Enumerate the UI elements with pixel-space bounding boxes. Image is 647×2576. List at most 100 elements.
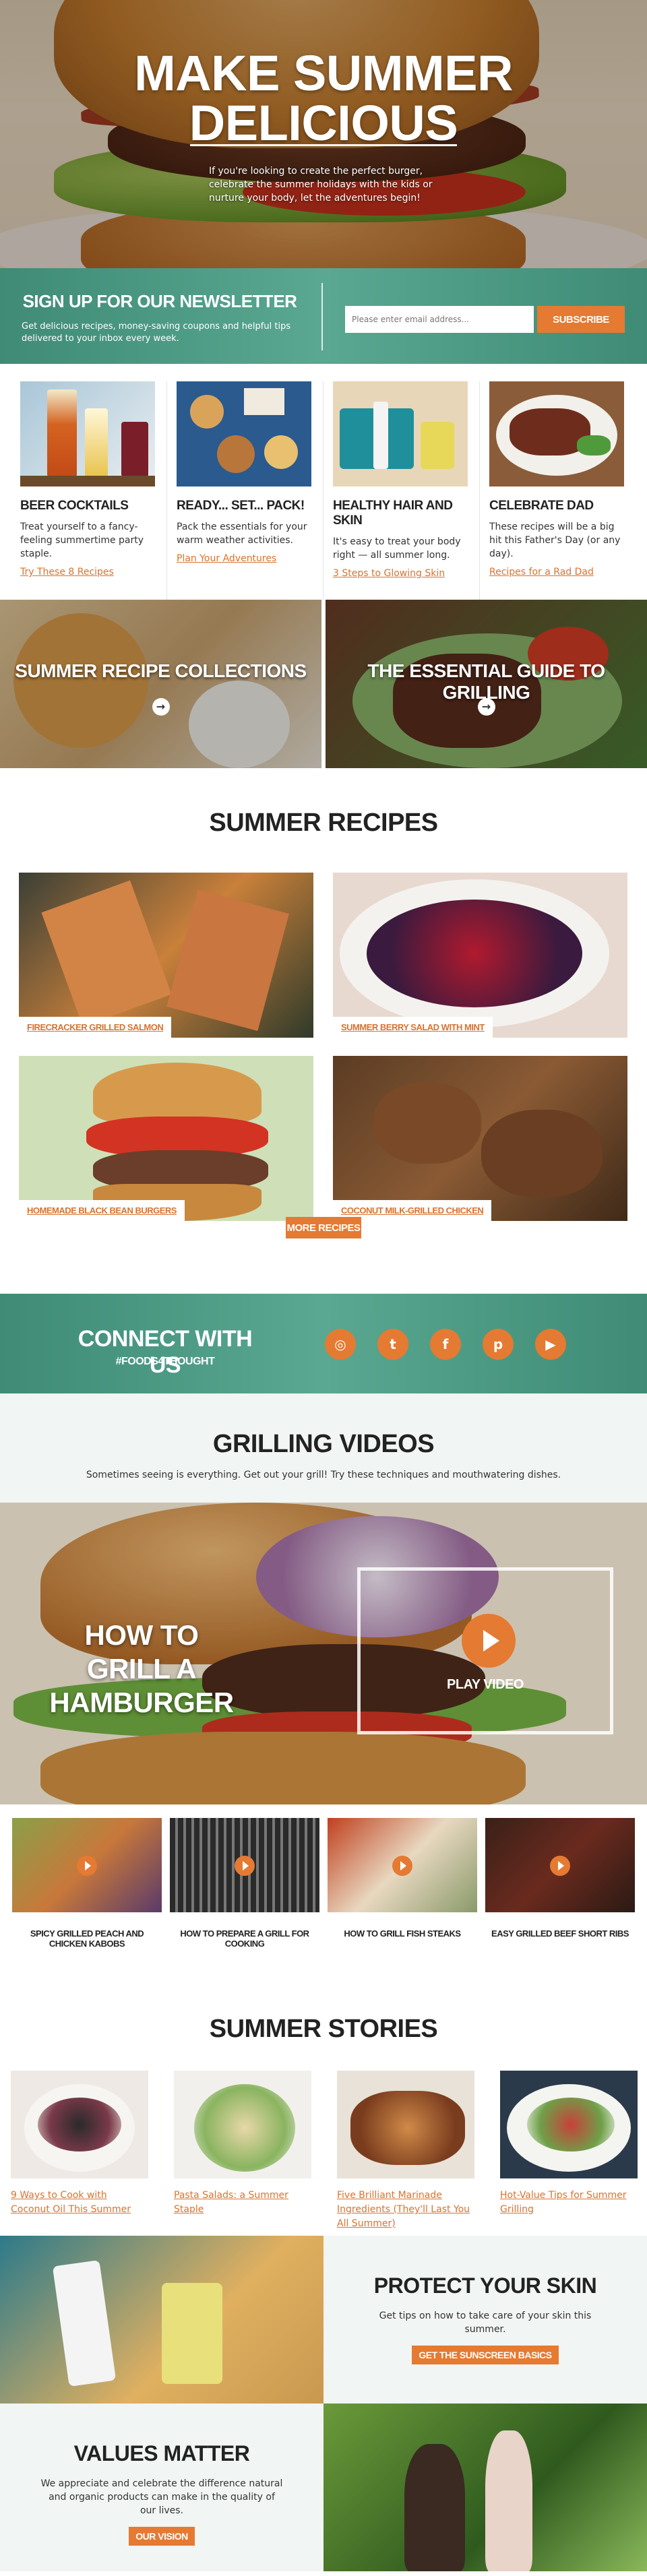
panel-text: We appreciate and celebrate the differen… [40,2478,283,2516]
story-card: Five Brilliant Marinade Ingredients (The… [337,2071,474,2230]
email-field[interactable] [345,306,534,333]
connect-section: CONNECT WITH US #FOODS4THOUGHT ◎ t f p ▶ [0,1294,647,1393]
protect-skin-panel: PROTECT YOUR SKIN Get tips on how to tak… [324,2236,647,2404]
story-card: Pasta Salads: a Summer Staple [174,2071,311,2230]
twitter-icon[interactable]: t [377,1329,408,1360]
hero-banner: MAKE SUMMER DELICIOUS If you're looking … [0,0,647,268]
story-image[interactable] [500,2071,638,2178]
promo-cards: BEER COCKTAILS Treat yourself to a fancy… [0,364,647,600]
summer-stories-section: SUMMER STORIES 9 Ways to Cook with Cocon… [0,1966,647,2236]
more-recipes-button[interactable]: MORE RECIPES [286,1217,361,1238]
recipe-card[interactable]: HOMEMADE BLACK BEAN BURGERS [19,1056,313,1221]
video-card[interactable]: HOW TO PREPARE A GRILL FOR COOKING [170,1818,319,1966]
youtube-icon[interactable]: ▶ [535,1329,566,1360]
grilling-videos-header: GRILLING VIDEOS Sometimes seeing is ever… [0,1393,647,1503]
sunscreen-image [0,2236,324,2404]
promo-card-dad: CELEBRATE DAD These recipes will be a bi… [480,381,636,600]
play-icon[interactable] [235,1856,255,1876]
promo-card-pack: READY... SET... PACK! Pack the essential… [167,381,324,600]
healthy-skin-image[interactable] [333,381,468,486]
play-video-label[interactable]: PLAY VIDEO [361,1677,610,1693]
values-panel: VALUES MATTER We appreciate and celebrat… [0,2404,324,2571]
promo-card-link[interactable]: Recipes for a Rad Dad [489,567,594,577]
story-link[interactable]: 9 Ways to Cook with Coconut Oil This Sum… [11,2190,131,2215]
story-row: 9 Ways to Cook with Coconut Oil This Sum… [0,2044,647,2230]
recipe-card[interactable]: SUMMER BERRY SALAD WITH MINT [333,873,627,1038]
video-title[interactable]: SPICY GRILLED PEACH AND CHICKEN KABOBS [12,1928,162,1949]
story-link[interactable]: Five Brilliant Marinade Ingredients (The… [337,2190,470,2229]
video-title[interactable]: HOW TO GRILL FISH STEAKS [328,1928,477,1939]
video-card[interactable]: HOW TO GRILL FISH STEAKS [328,1818,477,1966]
tile-title: SUMMER RECIPE COLLECTIONS [15,660,307,681]
arrow-right-icon[interactable]: → [477,698,495,716]
hero-divider [190,144,457,146]
video-card[interactable]: EASY GRILLED BEEF SHORT RIBS [485,1818,635,1966]
story-image[interactable] [11,2071,148,2178]
recipe-label[interactable]: SUMMER BERRY SALAD WITH MINT [333,1017,493,1038]
promo-card-link[interactable]: 3 Steps to Glowing Skin [333,568,445,579]
subscribe-button[interactable]: SUBSCRIBE [537,306,625,333]
play-icon[interactable] [462,1614,516,1668]
play-icon[interactable] [550,1856,570,1876]
recipe-grid: FIRECRACKER GRILLED SALMON SUMMER BERRY … [0,873,647,1223]
promo-card-title: BEER COCKTAILS [20,499,129,513]
bottom-panels: PROTECT YOUR SKIN Get tips on how to tak… [0,2236,647,2571]
summer-recipes-section: SUMMER RECIPES FIRECRACKER GRILLED SALMO… [0,768,647,1294]
arrow-right-icon[interactable]: → [152,698,170,716]
video-frame[interactable]: PLAY VIDEO [357,1567,613,1734]
video-title[interactable]: EASY GRILLED BEEF SHORT RIBS [485,1928,635,1939]
section-title: SUMMER RECIPES [209,809,438,837]
newsletter-divider [321,283,323,350]
play-icon[interactable] [392,1856,412,1876]
collection-tiles: SUMMER RECIPE COLLECTIONS → THE ESSENTIA… [0,600,647,768]
beer-cocktails-image[interactable] [20,381,155,486]
celebrate-dad-image[interactable] [489,381,624,486]
recipe-label[interactable]: FIRECRACKER GRILLED SALMON [19,1017,172,1038]
story-link[interactable]: Hot-Value Tips for Summer Grilling [500,2190,626,2215]
story-image[interactable] [337,2071,474,2178]
panel-title: PROTECT YOUR SKIN [373,2273,597,2298]
story-image[interactable] [174,2071,311,2178]
newsletter-section: SIGN UP FOR OUR NEWSLETTER Get delicious… [0,268,647,364]
story-card: 9 Ways to Cook with Coconut Oil This Sum… [11,2071,148,2230]
story-card: Hot-Value Tips for Summer Grilling [500,2071,638,2230]
promo-card-link[interactable]: Plan Your Adventures [177,553,276,564]
video-thumbnails: SPICY GRILLED PEACH AND CHICKEN KABOBS H… [0,1804,647,1966]
summer-recipe-collections-tile[interactable]: SUMMER RECIPE COLLECTIONS → [0,600,321,768]
story-link[interactable]: Pasta Salads: a Summer Staple [174,2190,288,2215]
video-title[interactable]: HOW TO PREPARE A GRILL FOR COOKING [170,1928,319,1949]
our-vision-button[interactable]: OUR VISION [129,2527,195,2546]
featured-video[interactable]: HOW TO GRILL A HAMBURGER PLAY VIDEO [0,1503,647,1804]
panel-text: Get tips on how to take care of your ski… [379,2311,592,2335]
featured-video-title: HOW TO GRILL A HAMBURGER [49,1619,234,1718]
sunscreen-basics-button[interactable]: GET THE SUNSCREEN BASICS [412,2346,559,2364]
promo-card-text: It's easy to treat your body right — all… [333,536,461,561]
ready-set-pack-image[interactable] [177,381,311,486]
essential-grilling-guide-tile[interactable]: THE ESSENTIAL GUIDE TO GRILLING → [326,600,647,768]
pinterest-icon[interactable]: p [483,1329,514,1360]
facebook-icon[interactable]: f [430,1329,461,1360]
recipe-card[interactable]: COCONUT MILK-GRILLED CHICKEN [333,1056,627,1221]
hero-title: MAKE SUMMER DELICIOUS [134,45,513,151]
connect-title: CONNECT WITH US [78,1326,253,1378]
promo-card-text: These recipes will be a big hit this Fat… [489,522,621,559]
newsletter-text: Get delicious recipes, money-saving coup… [22,321,291,344]
video-card[interactable]: SPICY GRILLED PEACH AND CHICKEN KABOBS [12,1818,162,1966]
instagram-icon[interactable]: ◎ [325,1329,356,1360]
play-icon[interactable] [77,1856,97,1876]
connect-hashtag: #FOODS4THOUGHT [115,1356,215,1367]
promo-card-beer: BEER COCKTAILS Treat yourself to a fancy… [11,381,167,600]
recipe-label[interactable]: HOMEMADE BLACK BEAN BURGERS [19,1200,185,1221]
newsletter-title: SIGN UP FOR OUR NEWSLETTER [22,291,297,311]
section-title: SUMMER STORIES [209,2015,438,2043]
promo-card-text: Pack the essentials for your warm weathe… [177,522,307,546]
promo-card-link[interactable]: Try These 8 Recipes [20,567,114,577]
recipe-card[interactable]: FIRECRACKER GRILLED SALMON [19,873,313,1038]
tile-title: THE ESSENTIAL GUIDE TO GRILLING [367,660,605,703]
promo-card-title: CELEBRATE DAD [489,499,594,513]
section-title: GRILLING VIDEOS [212,1430,435,1458]
promo-card-text: Treat yourself to a fancy-feeling summer… [20,522,144,559]
videos-subtitle: Sometimes seeing is everything. Get out … [86,1470,561,1480]
hero-intro: If you're looking to create the perfect … [209,166,433,203]
promo-card-title: READY... SET... PACK! [177,499,305,513]
